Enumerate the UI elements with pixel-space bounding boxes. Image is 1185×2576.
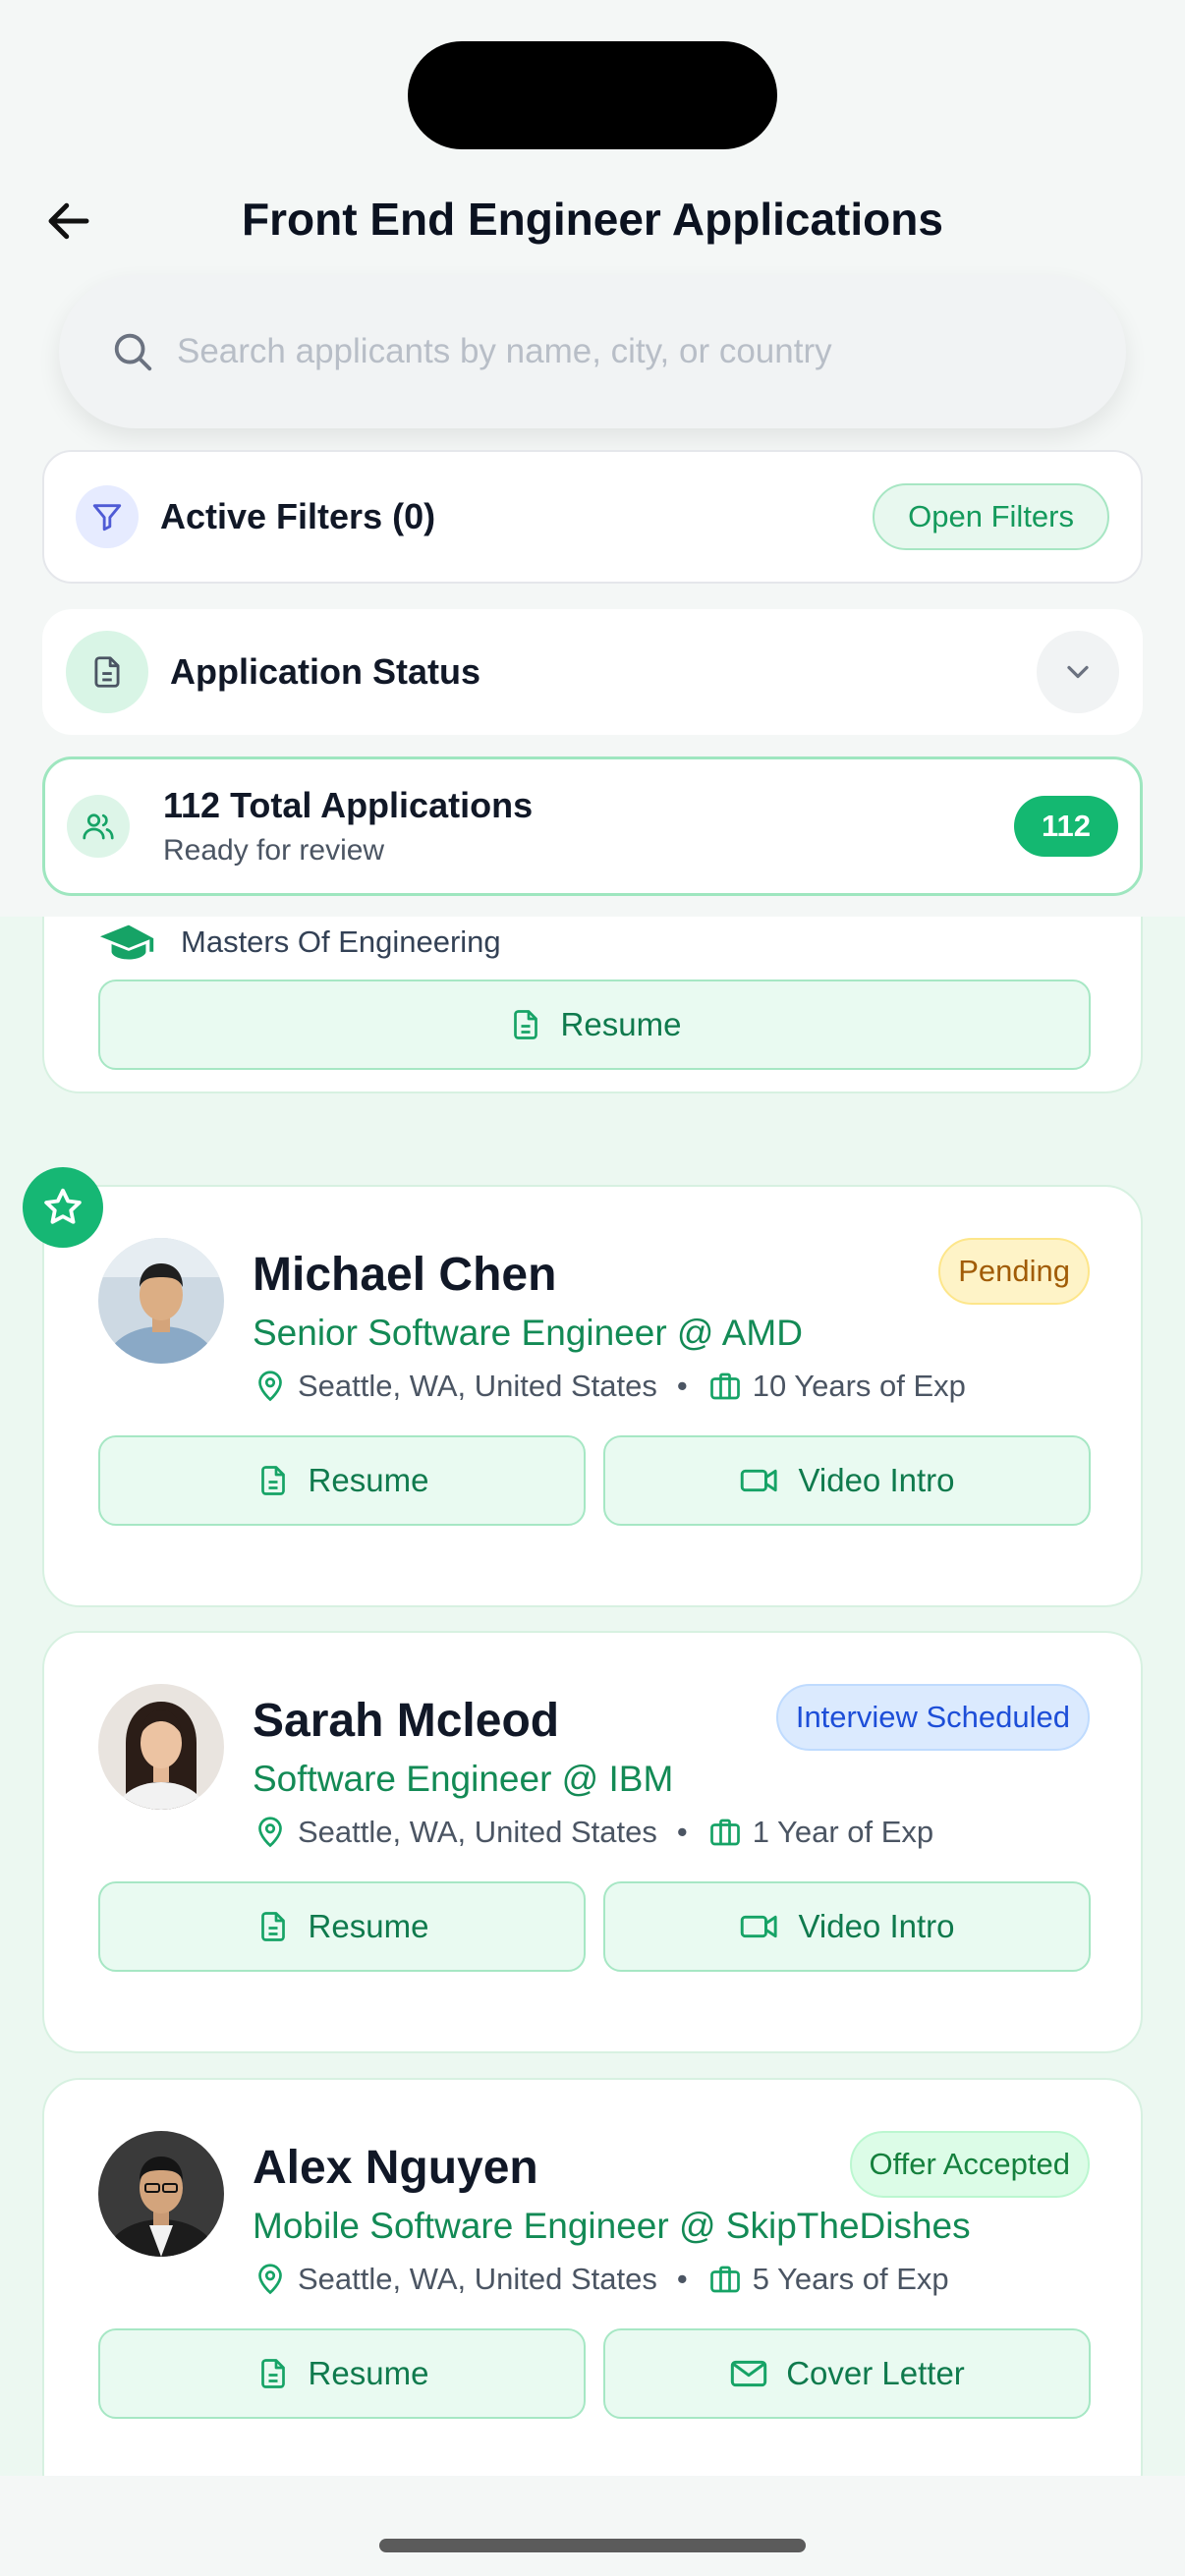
bottom-safe-area	[0, 2476, 1185, 2576]
applicant-experience: 10 Years of Exp	[752, 1369, 966, 1403]
users-icon	[67, 795, 130, 858]
resume-button[interactable]: Resume	[98, 1435, 586, 1526]
education-text: Masters Of Engineering	[181, 924, 501, 959]
application-card[interactable]: Michael Chen Pending Senior Software Eng…	[42, 1185, 1143, 1607]
applicant-meta: Seattle, WA, United States • 5 Years of …	[253, 2262, 949, 2297]
open-filters-button[interactable]: Open Filters	[873, 483, 1109, 550]
applicant-meta: Seattle, WA, United States • 10 Years of…	[253, 1369, 966, 1404]
status-badge: Interview Scheduled	[775, 1684, 1090, 1751]
header: Front End Engineer Applications	[0, 167, 1185, 275]
active-filters-bar: Active Filters (0) Open Filters	[42, 450, 1143, 584]
video-icon	[741, 1469, 778, 1492]
applicant-name: Alex Nguyen	[253, 2142, 538, 2194]
map-pin-icon	[258, 1817, 282, 1848]
document-icon	[260, 1912, 285, 1941]
document-icon	[66, 631, 148, 713]
meta-separator: •	[676, 2262, 688, 2296]
map-pin-icon	[258, 1371, 282, 1402]
applicant-role: Mobile Software Engineer @ SkipTheDishes	[253, 2206, 971, 2246]
briefcase-icon	[709, 1372, 740, 1400]
briefcase-icon	[709, 2266, 740, 2293]
application-card[interactable]: Sarah Mcleod Interview Scheduled Softwar…	[42, 1631, 1143, 2053]
resume-button[interactable]: Resume	[98, 2328, 586, 2419]
total-applications-title: 112 Total Applications	[163, 785, 534, 825]
applicant-role: Software Engineer @ IBM	[253, 1759, 674, 1799]
education-row: Masters Of Engineering	[98, 923, 501, 962]
cover-letter-button[interactable]: Cover Letter	[603, 2328, 1091, 2419]
applicant-role: Senior Software Engineer @ AMD	[253, 1313, 803, 1353]
applications-list[interactable]: Masters Of Engineering Resume Michael Ch…	[0, 917, 1185, 2476]
video-intro-button[interactable]: Video Intro	[603, 1881, 1091, 1972]
search-input[interactable]	[177, 332, 1061, 371]
application-status-label: Application Status	[170, 651, 481, 692]
applications-count-badge: 112	[1014, 796, 1118, 857]
application-card[interactable]: Alex Nguyen Offer Accepted Mobile Softwa…	[42, 2078, 1143, 2476]
resume-button-label: Resume	[308, 1462, 429, 1498]
active-filters-label: Active Filters (0)	[160, 496, 436, 536]
briefcase-icon	[709, 1819, 740, 1846]
total-applications-summary: 112 Total Applications Ready for review …	[42, 756, 1143, 896]
avatar	[98, 1684, 224, 1810]
total-applications-subtitle: Ready for review	[163, 834, 385, 867]
mail-icon	[731, 2360, 767, 2387]
applicant-location: Seattle, WA, United States	[298, 1815, 657, 1849]
applicant-location: Seattle, WA, United States	[298, 2262, 657, 2296]
applicant-experience: 1 Year of Exp	[752, 1815, 934, 1849]
resume-button[interactable]: Resume	[98, 1881, 586, 1972]
search-icon	[114, 333, 152, 371]
status-badge: Pending	[938, 1238, 1090, 1305]
map-pin-icon	[258, 2264, 282, 2295]
page-title: Front End Engineer Applications	[242, 194, 943, 245]
application-status-dropdown[interactable]: Application Status	[42, 609, 1143, 735]
avatar	[98, 2131, 224, 2257]
application-card: Masters Of Engineering Resume	[42, 917, 1143, 1093]
video-intro-button[interactable]: Video Intro	[603, 1435, 1091, 1526]
applicant-name: Michael Chen	[253, 1249, 557, 1301]
resume-button-label: Resume	[560, 1006, 682, 1042]
document-icon	[260, 1466, 285, 1495]
chevron-down-icon[interactable]	[1037, 631, 1119, 713]
dynamic-island	[408, 41, 777, 149]
video-intro-button-label: Video Intro	[798, 1908, 955, 1944]
star-icon[interactable]	[23, 1167, 103, 1248]
applicant-meta: Seattle, WA, United States • 1 Year of E…	[253, 1815, 933, 1850]
status-badge: Offer Accepted	[849, 2131, 1090, 2198]
video-intro-button-label: Video Intro	[798, 1462, 955, 1498]
applicant-experience: 5 Years of Exp	[752, 2262, 949, 2296]
resume-button-label: Resume	[308, 1908, 429, 1944]
document-icon	[260, 2359, 285, 2388]
home-indicator[interactable]	[379, 2539, 806, 2552]
document-icon	[513, 1010, 537, 1039]
avatar	[98, 1238, 224, 1364]
filter-icon	[76, 485, 139, 548]
resume-button[interactable]: Resume	[98, 980, 1091, 1070]
meta-separator: •	[676, 1369, 688, 1403]
cover-letter-button-label: Cover Letter	[786, 2355, 965, 2391]
video-icon	[741, 1915, 778, 1938]
applicant-location: Seattle, WA, United States	[298, 1369, 657, 1403]
applicant-name: Sarah Mcleod	[253, 1695, 560, 1747]
search-bar[interactable]	[59, 275, 1126, 428]
meta-separator: •	[676, 1815, 688, 1849]
resume-button-label: Resume	[308, 2355, 429, 2391]
graduation-cap-icon	[99, 924, 154, 960]
